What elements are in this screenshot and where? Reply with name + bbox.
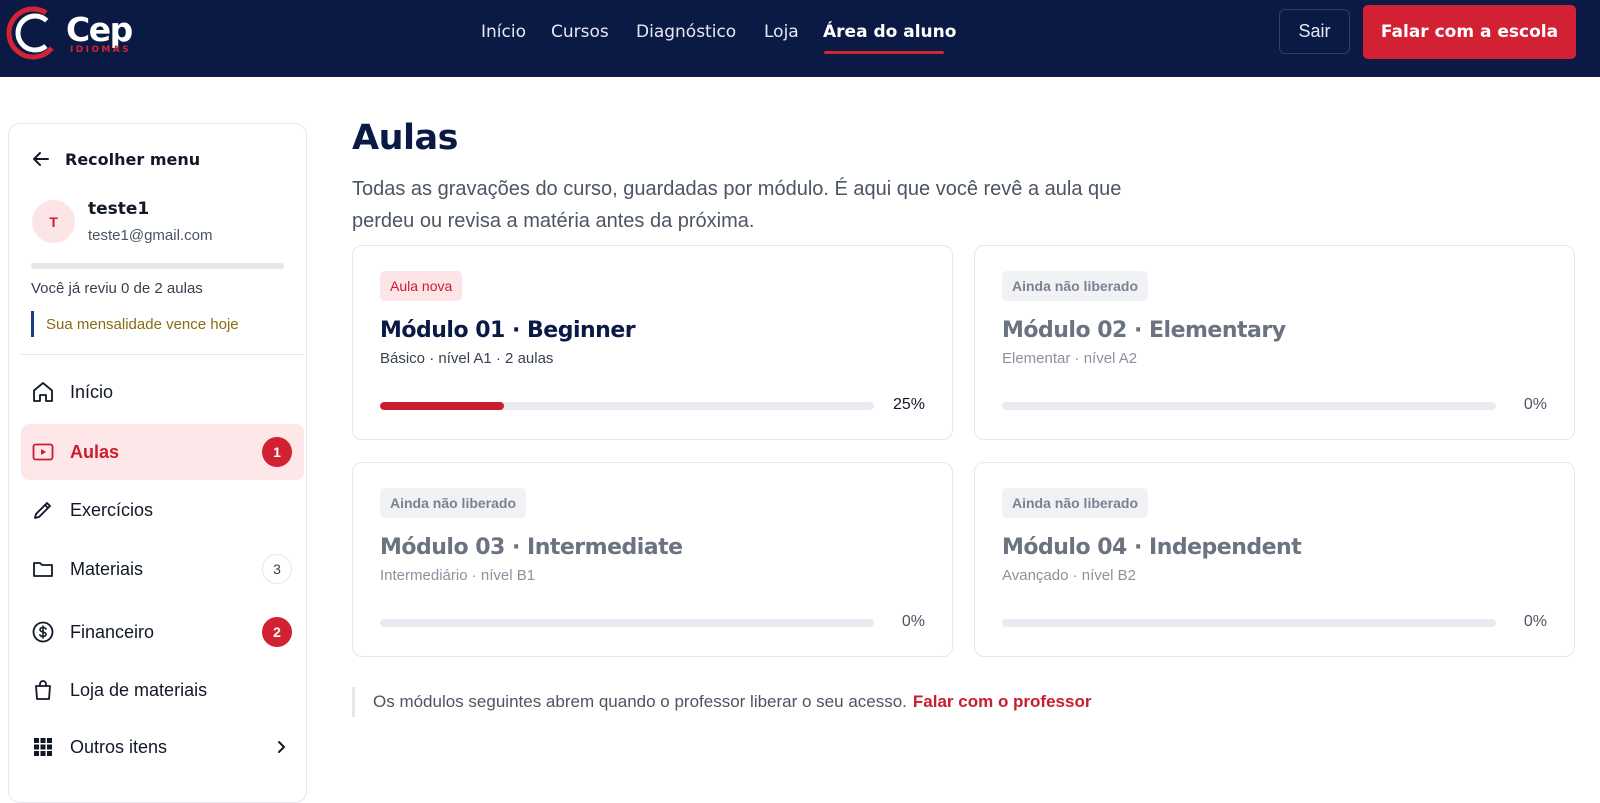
module-title: Módulo 03 · Intermediate xyxy=(380,535,683,560)
arrow-left-icon xyxy=(33,152,49,166)
sidebar-item-aulas[interactable]: Aulas 1 xyxy=(21,424,304,480)
nav-area-do-aluno[interactable]: Área do aluno xyxy=(823,22,956,42)
module-progress-bar xyxy=(380,402,874,410)
nav-inicio[interactable]: Início xyxy=(481,22,526,42)
module-progress-bar xyxy=(380,619,874,627)
footer-note-text: Os módulos seguintes abrem quando o prof… xyxy=(373,692,907,711)
module-title: Módulo 04 · Independent xyxy=(1002,535,1302,560)
sidebar-item-label: Loja de materiais xyxy=(70,679,208,700)
sidebar-item-label: Materiais xyxy=(70,558,144,579)
new-lesson-badge: Aula nova xyxy=(380,271,463,301)
review-progress-bar xyxy=(31,263,284,269)
page-title: Aulas xyxy=(352,118,458,158)
count-badge: 3 xyxy=(262,554,292,584)
page-description: Todas as gravações do curso, guardadas p… xyxy=(352,178,1122,232)
sidebar-item-label: Exercícios xyxy=(70,499,154,520)
main-nav: Início Cursos Diagnóstico Loja Área do a… xyxy=(0,20,1600,60)
module-subtitle: Avançado · nível B2 xyxy=(1002,567,1136,584)
pending-badge: 2 xyxy=(262,617,292,647)
review-progress-text: Você já reviu 0 de 2 aulas xyxy=(31,280,203,297)
modules-footer-note: Os módulos seguintes abrem quando o prof… xyxy=(352,687,1091,717)
sidebar-item-label: Início xyxy=(70,381,114,402)
module-card[interactable]: Aula nova Módulo 01 · Beginner Básico · … xyxy=(352,245,953,440)
user-email: teste1@gmail.com xyxy=(88,227,213,244)
nav-cursos[interactable]: Cursos xyxy=(551,22,609,42)
folder-icon xyxy=(33,562,53,577)
video-icon xyxy=(32,443,54,461)
module-subtitle: Elementar · nível A2 xyxy=(1002,350,1138,367)
sidebar-item-materiais[interactable]: Materiais 3 xyxy=(21,541,304,597)
sidebar-item-inicio[interactable]: Início xyxy=(21,364,304,420)
chevron-right-icon xyxy=(278,741,285,753)
sidebar-item-loja-de-materiais[interactable]: Loja de materiais xyxy=(21,662,304,718)
contact-school-button[interactable]: Falar com a escola xyxy=(1363,5,1576,59)
module-title: Módulo 02 · Elementary xyxy=(1002,318,1286,343)
sidebar: Recolher menu T teste1 teste1@gmail.com … xyxy=(8,123,307,803)
active-nav-indicator xyxy=(824,51,944,54)
nav-loja[interactable]: Loja xyxy=(764,22,799,42)
dollar-icon xyxy=(32,621,54,643)
sidebar-item-label: Aulas xyxy=(70,441,120,462)
payment-due-note: Sua mensalidade vence hoje xyxy=(31,311,239,337)
module-card[interactable]: Ainda não liberado Módulo 04 · Independe… xyxy=(974,462,1575,657)
module-progress-bar xyxy=(1002,619,1496,627)
collapse-menu-button[interactable]: Recolher menu xyxy=(31,146,200,172)
avatar: T xyxy=(32,200,75,243)
module-progress-percent: 0% xyxy=(1523,396,1547,413)
home-icon xyxy=(33,382,53,402)
module-progress-percent: 0% xyxy=(901,613,925,630)
locked-badge: Ainda não liberado xyxy=(380,488,527,518)
collapse-menu-label: Recolher menu xyxy=(65,149,201,169)
module-card[interactable]: Ainda não liberado Módulo 03 · Intermedi… xyxy=(352,462,953,657)
grid-icon xyxy=(34,738,52,756)
sidebar-divider xyxy=(21,354,304,355)
unread-badge: 1 xyxy=(262,437,292,467)
contact-teacher-link[interactable]: Falar com o professor xyxy=(913,692,1092,712)
module-title: Módulo 01 · Beginner xyxy=(380,318,636,343)
top-navbar: Cep IDIOMAS Início Cursos Diagnóstico Lo… xyxy=(0,0,1600,77)
nav-diagnostico[interactable]: Diagnóstico xyxy=(636,22,736,42)
user-name: teste1 xyxy=(88,199,150,219)
module-subtitle: Básico · nível A1 · 2 aulas xyxy=(380,350,554,367)
locked-badge: Ainda não liberado xyxy=(1002,488,1149,518)
module-subtitle: Intermediário · nível B1 xyxy=(380,567,536,584)
sidebar-item-outros-itens[interactable]: Outros itens xyxy=(21,719,304,775)
sidebar-item-exercicios[interactable]: Exercícios xyxy=(21,482,304,538)
pencil-icon xyxy=(34,502,51,519)
module-progress-bar xyxy=(1002,402,1496,410)
sidebar-item-label: Outros itens xyxy=(70,736,168,757)
logout-button[interactable]: Sair xyxy=(1279,9,1350,54)
module-card[interactable]: Ainda não liberado Módulo 02 · Elementar… xyxy=(974,245,1575,440)
module-progress-percent: 0% xyxy=(1523,613,1547,630)
sidebar-item-label: Financeiro xyxy=(70,621,155,642)
sidebar-item-financeiro[interactable]: Financeiro 2 xyxy=(21,604,304,660)
bag-icon xyxy=(35,680,51,700)
locked-badge: Ainda não liberado xyxy=(1002,271,1149,301)
module-progress-fill xyxy=(380,402,504,410)
module-progress-percent: 25% xyxy=(892,396,925,413)
